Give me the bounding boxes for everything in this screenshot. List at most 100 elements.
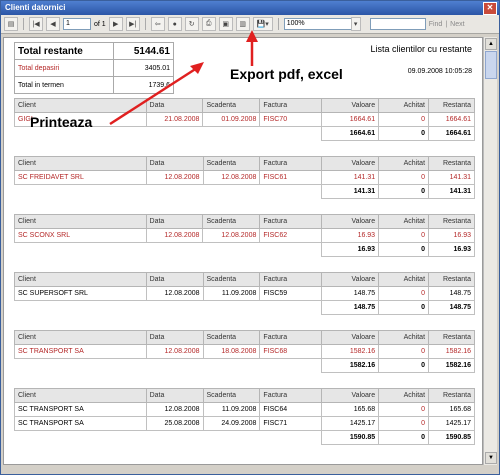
total-valoare: 1590.85 [321, 430, 380, 445]
cell-valoare: 1425.17 [321, 416, 380, 431]
total-achitat: 0 [378, 242, 429, 257]
cell-factura: FISC64 [259, 402, 323, 417]
column-header: Scadenta [202, 98, 261, 113]
total-restanta: 16.93 [427, 242, 476, 257]
client-group-table: Client Data Scadenta Factura Valoare Achitat R… [14, 388, 475, 445]
cell-achitat: 0 [378, 402, 430, 417]
export-save-icon[interactable]: 💾▾ [252, 17, 273, 31]
chevron-down-icon[interactable]: ▾ [350, 17, 361, 31]
total-restanta: 141.31 [428, 184, 475, 199]
column-header: Scadenta [202, 214, 261, 229]
column-header: Data [145, 388, 204, 403]
client-group-table: Client Data Scadenta Factura Valoare Achitat R… [14, 272, 475, 315]
toolbar-separator [277, 18, 279, 30]
column-header: Factura [259, 272, 323, 287]
page-number-input[interactable]: 1 [63, 18, 91, 30]
cell-achitat: 0 [378, 286, 430, 301]
vertical-scrollbar[interactable]: ▲ ▼ [483, 37, 497, 465]
cell-factura: FISC68 [259, 344, 323, 359]
column-header: Scadenta [202, 272, 261, 287]
cell-achitat: 0 [378, 170, 430, 185]
find-separator: | [445, 20, 448, 28]
cell-data: 12.08.2008 [145, 228, 204, 243]
cell-client: SC TRANSPORT SA [14, 416, 147, 431]
client-group-table: Client Data Scadenta Factura Valoare Achitat R… [14, 156, 475, 199]
column-header: Restanta [428, 330, 475, 345]
group-total-row: 1590.85 0 1590.85 [15, 430, 475, 445]
total-restanta: 1582.16 [428, 358, 475, 373]
back-icon[interactable]: ⇦ [150, 17, 165, 31]
toolbar: ▤ |◀ ◀ 1 of 1 ▶ ▶| ⇦ ● ↻ ⎙ ▣ ▥ 💾▾ 100% ▾… [1, 15, 499, 34]
column-header: Data [145, 98, 204, 113]
page-setup-icon[interactable]: ▥ [235, 17, 250, 31]
column-header: Achitat [378, 330, 430, 345]
cell-valoare: 1664.61 [321, 112, 380, 127]
scroll-thumb[interactable] [485, 51, 497, 79]
column-header: Valoare [321, 272, 380, 287]
print-icon[interactable]: ⎙ [201, 17, 216, 31]
column-header: Scadenta [202, 156, 261, 171]
column-header: Factura [259, 156, 323, 171]
close-icon[interactable]: ✕ [483, 1, 497, 15]
title-bar: Clienti datornici ✕ [1, 1, 499, 15]
first-page-icon[interactable]: |◀ [29, 17, 43, 31]
cell-restanta: 1664.61 [427, 112, 476, 127]
last-page-icon[interactable]: ▶| [125, 17, 140, 31]
invoice-row: SC TRANSPORT SA 25.08.2008 24.09.2008 FISC7… [14, 416, 475, 431]
cell-client: SC TRANSPORT SA [14, 402, 147, 417]
cell-valoare: 148.75 [321, 286, 380, 301]
total-valoare: 141.31 [321, 184, 380, 199]
report-canvas: Total restante 5144.61 Total depasiri 34… [3, 37, 483, 465]
column-header: Restanta [428, 272, 475, 287]
toggle-sidebar-icon[interactable]: ▤ [4, 17, 18, 31]
total-valoare: 16.93 [321, 242, 380, 257]
previous-page-icon[interactable]: ◀ [46, 17, 60, 31]
cell-restanta: 1425.17 [428, 416, 475, 431]
cell-data: 12.08.2008 [145, 170, 204, 185]
stop-icon[interactable]: ● [167, 17, 182, 31]
print-layout-icon[interactable]: ▣ [218, 17, 233, 31]
find-button[interactable]: Find [429, 21, 443, 28]
scroll-up-icon[interactable]: ▲ [485, 38, 497, 50]
next-page-icon[interactable]: ▶ [108, 17, 123, 31]
column-header: Achitat [378, 388, 430, 403]
client-group-table: Client Data Scadenta Factura Valoare Achitat R… [14, 330, 475, 373]
column-header: Data [145, 272, 204, 287]
group-total-row: 148.75 0 148.75 [15, 300, 475, 315]
next-button[interactable]: Next [450, 21, 464, 28]
group-total-row: 141.31 0 141.31 [15, 184, 475, 199]
total-valoare: 1664.61 [321, 126, 380, 141]
column-header: Valoare [321, 156, 380, 171]
zoom-select[interactable]: 100% [283, 18, 352, 30]
cell-valoare: 165.68 [321, 402, 380, 417]
page-count: of 1 [94, 20, 106, 28]
scroll-down-icon[interactable]: ▼ [485, 452, 497, 464]
cell-restanta: 165.68 [428, 402, 475, 417]
cell-data: 21.08.2008 [145, 112, 204, 127]
total-achitat: 0 [378, 300, 430, 315]
column-header: Valoare [321, 388, 380, 403]
cell-data: 12.08.2008 [145, 344, 204, 359]
group-header-row: Client Data Scadenta Factura Valoare Achitat R… [14, 156, 475, 171]
cell-valoare: 1582.16 [321, 344, 380, 359]
total-spacer [15, 359, 322, 373]
total-restanta: 1664.61 [427, 126, 476, 141]
cell-scadenta: 01.09.2008 [202, 112, 261, 127]
cell-scadenta: 12.08.2008 [202, 228, 261, 243]
refresh-icon[interactable]: ↻ [184, 17, 199, 31]
total-depasiri-label: Total depasiri [13, 59, 115, 77]
cell-factura: FISC61 [259, 170, 323, 185]
summary-row-depasiri: Total depasiri 3405.01 [13, 59, 174, 77]
column-header: Client [14, 330, 147, 345]
group-header-row: Client Data Scadenta Factura Valoare Achitat R… [14, 330, 475, 345]
invoice-row: SC SCONX SRL 12.08.2008 12.08.2008 FISC62 16… [14, 228, 476, 243]
column-header: Client [14, 214, 147, 229]
column-header: Achitat [378, 272, 430, 287]
total-depasiri-value: 3405.01 [113, 59, 174, 77]
total-restanta: 1590.85 [428, 430, 475, 445]
find-input[interactable] [369, 18, 426, 30]
total-termen-value: 1739.6 [113, 76, 174, 94]
column-header: Restanta [428, 388, 475, 403]
group-total-row: 16.93 0 16.93 [15, 242, 476, 257]
cell-factura: FISC71 [259, 416, 323, 431]
